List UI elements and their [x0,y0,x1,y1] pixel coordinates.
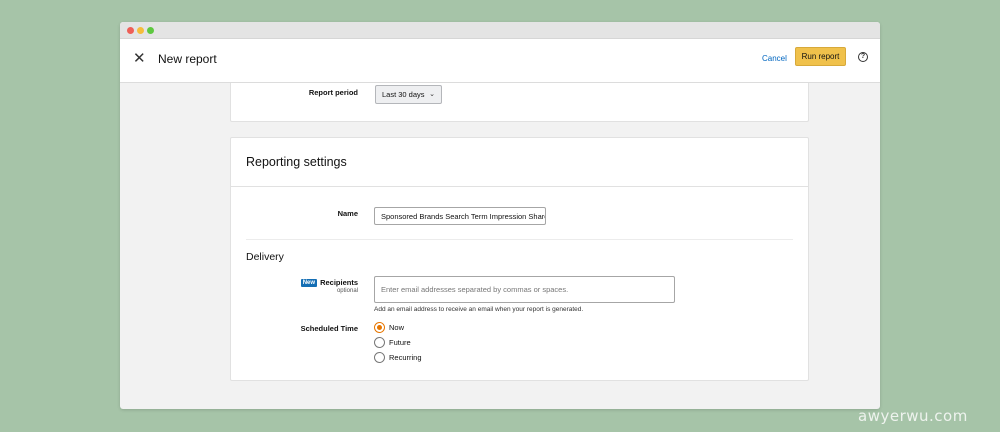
radio-recurring-label: Recurring [389,353,422,362]
radio-future-label: Future [389,338,411,347]
name-label: Name [337,209,358,218]
recipients-input[interactable]: Enter email addresses separated by comma… [374,276,675,303]
recipients-placeholder: Enter email addresses separated by comma… [381,285,569,294]
watermark-text: awyerwu.com [858,407,968,425]
maximize-window-icon[interactable] [147,27,154,34]
radio-recurring[interactable] [374,352,385,363]
close-window-icon[interactable] [127,27,134,34]
recipients-hint: Add an email address to receive an email… [374,306,584,313]
report-period-label: Report period [308,88,358,97]
radio-now-label: Now [389,323,405,332]
delivery-divider [246,239,793,240]
recipients-label: Recipients [320,278,358,287]
chevron-down-icon: ⌄ [429,91,435,98]
report-name-input[interactable] [374,207,546,225]
help-icon[interactable]: ? [858,52,868,62]
recipients-optional-text: optional [336,288,358,294]
app-window: ✕ New report Cancel Run report ? Report … [120,22,880,409]
section-divider [231,186,808,187]
reporting-settings-title: Reporting settings [246,155,347,169]
reporting-settings-card: Reporting settings Name Delivery NewReci… [230,137,809,381]
report-period-value: Last 30 days [382,90,425,99]
scheduled-time-label: Scheduled Time [300,324,358,333]
window-titlebar [120,22,880,39]
close-icon[interactable]: ✕ [133,49,146,69]
report-period-card: Report period Last 30 days ⌄ [230,83,809,122]
cancel-button[interactable]: Cancel [762,54,787,63]
minimize-window-icon[interactable] [137,27,144,34]
page-header: ✕ New report Cancel Run report ? [120,39,880,83]
report-period-select[interactable]: Last 30 days ⌄ [375,85,442,104]
radio-now[interactable] [374,322,385,333]
recipients-label-row: New Recipients [238,278,358,287]
run-report-button[interactable]: Run report [795,47,846,66]
page-title: New report [158,52,217,66]
delivery-title: Delivery [246,251,284,263]
radio-future[interactable] [374,337,385,348]
new-badge: New [300,279,318,287]
